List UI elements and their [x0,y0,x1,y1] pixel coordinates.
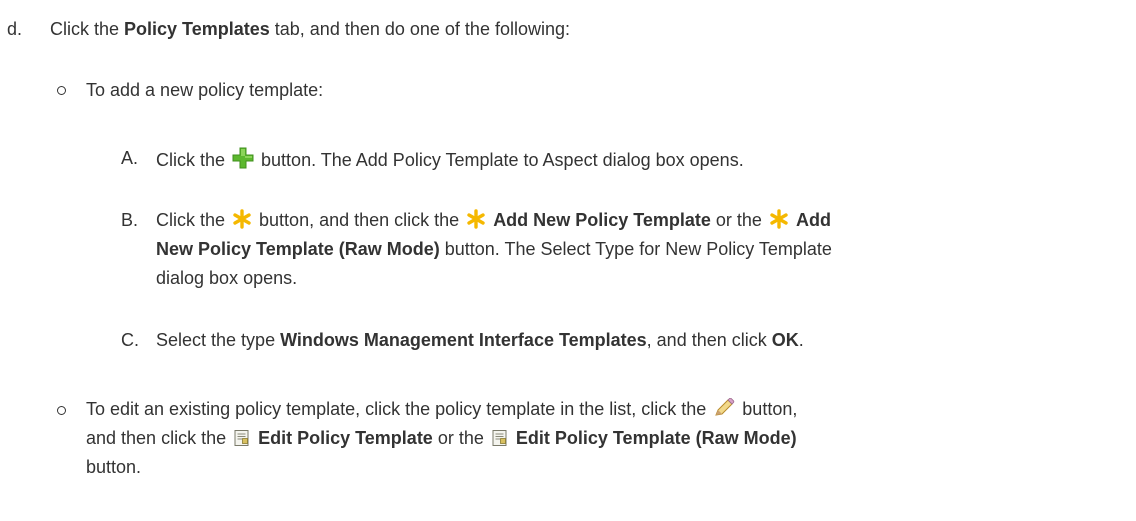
step-d-text: Click the Policy Templates tab, and then… [50,19,570,39]
add-new-policy-template-label: Add New Policy Template [493,210,711,230]
policy-template-icon [491,429,509,452]
edit-policy-template-raw-mode-label: Edit Policy Template (Raw Mode) [515,428,797,448]
policy-templates-tab-label: Policy Templates [124,19,270,39]
option-edit-text-line1: To edit an existing policy template, cli… [86,397,797,423]
step-a-marker: A. [121,148,139,168]
step-b-marker: B. [121,210,139,230]
option-add-text: To add a new policy template: [86,80,324,100]
add-green-plus-icon [232,147,254,174]
bullet-circle [57,86,66,95]
ok-label: OK [771,330,799,350]
new-asterisk-icon [769,209,789,234]
windows-management-interface-templates-label: Windows Management Interface Templates [280,330,647,350]
policy-template-icon [233,429,251,452]
add-raw-mode-label-part1: Add [795,210,831,230]
new-asterisk-icon [232,209,252,234]
add-raw-mode-label-part2: New Policy Template (Raw Mode) [156,239,440,259]
step-c-text: Select the type Windows Management Inter… [156,330,804,350]
edit-policy-template-label: Edit Policy Template [258,428,433,448]
step-d-marker: d. [7,19,23,39]
new-asterisk-icon [466,209,486,234]
step-a-text: Click the button. The Add Policy Templat… [156,147,744,174]
step-b-text-line1: Click the button, and then click the Add… [156,209,831,234]
bullet-circle [57,406,66,415]
step-b-text-line2: New Policy Template (Raw Mode) button. T… [156,239,832,259]
pencil-icon [713,397,735,423]
option-edit-text-line3: button. [86,457,142,477]
step-c-marker: C. [121,330,139,350]
option-edit-text-line2: and then click the Edit Policy Template … [86,427,797,452]
step-b-text-line3: dialog box opens. [156,268,298,288]
